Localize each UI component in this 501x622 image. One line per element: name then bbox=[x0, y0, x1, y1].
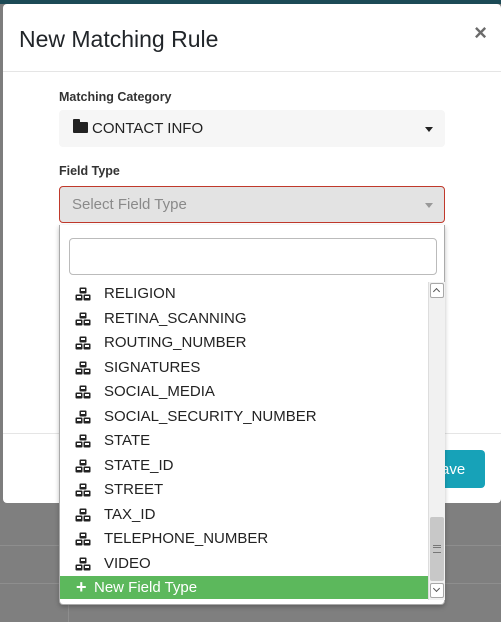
dropdown-option-label: STATE bbox=[104, 432, 151, 449]
caret-down-icon bbox=[425, 127, 433, 132]
dropdown-option-label: SIGNATURES bbox=[104, 358, 201, 376]
scrollbar-thumb[interactable] bbox=[430, 517, 444, 581]
dropdown-option-label: SOCIAL_MEDIA bbox=[104, 383, 215, 400]
modal-header: New Matching Rule × bbox=[3, 4, 501, 72]
dropdown-option[interactable]: TELEPHONE_NUMBER bbox=[60, 527, 428, 551]
scroll-down-icon[interactable] bbox=[430, 583, 444, 598]
dropdown-option-label: ROUTING_NUMBER bbox=[104, 334, 247, 351]
field-type-placeholder: Select Field Type bbox=[72, 196, 187, 213]
dropdown-option[interactable]: STATE bbox=[60, 429, 428, 453]
cubes-icon bbox=[75, 312, 91, 325]
dropdown-option[interactable]: STATE_ID bbox=[60, 454, 428, 478]
close-button[interactable]: × bbox=[474, 22, 487, 44]
dropdown-option-label: TAX_ID bbox=[104, 505, 156, 523]
dropdown-option-label: RETINA_SCANNING bbox=[104, 309, 247, 327]
dropdown-option-label: TELEPHONE_NUMBER bbox=[104, 530, 269, 547]
matching-category-value: CONTACT INFO bbox=[92, 120, 204, 137]
field-type-dropdown: RELIGION RETINA_SCANNING ROUTING_NUMBER … bbox=[59, 225, 445, 605]
dropdown-scrollbar[interactable] bbox=[428, 282, 445, 600]
caret-down-icon bbox=[425, 203, 433, 208]
cubes-icon bbox=[75, 336, 91, 350]
cubes-icon bbox=[75, 410, 91, 423]
cubes-icon bbox=[75, 483, 91, 497]
modal-title: New Matching Rule bbox=[19, 26, 219, 52]
dropdown-option[interactable]: RETINA_SCANNING bbox=[60, 307, 428, 331]
matching-category-label: Matching Category bbox=[59, 90, 172, 104]
matching-category-select[interactable]: CONTACT INFO bbox=[59, 110, 445, 147]
field-type-select[interactable]: Select Field Type bbox=[59, 186, 445, 223]
dropdown-option[interactable]: STREET bbox=[60, 478, 428, 502]
folder-icon bbox=[73, 119, 88, 133]
dropdown-option-label: STATE_ID bbox=[104, 456, 174, 474]
dropdown-option-label: VIDEO bbox=[104, 554, 151, 572]
dropdown-option[interactable]: VIDEO bbox=[60, 552, 428, 576]
dropdown-option-label: STREET bbox=[104, 481, 164, 498]
cubes-icon bbox=[75, 508, 91, 521]
dropdown-option[interactable]: RELIGION bbox=[60, 282, 428, 306]
cubes-icon bbox=[75, 361, 91, 374]
dropdown-option[interactable]: SOCIAL_MEDIA bbox=[60, 380, 428, 404]
cubes-icon bbox=[75, 557, 91, 570]
cubes-icon bbox=[75, 385, 91, 399]
dropdown-option[interactable]: TAX_ID bbox=[60, 503, 428, 527]
dropdown-option[interactable]: SIGNATURES bbox=[60, 356, 428, 380]
new-field-type-option[interactable]: + New Field Type bbox=[60, 576, 428, 599]
dropdown-option-label: SOCIAL_SECURITY_NUMBER bbox=[104, 407, 317, 425]
cubes-icon bbox=[75, 459, 91, 472]
cubes-icon bbox=[75, 434, 91, 448]
dropdown-option-label: RELIGION bbox=[104, 285, 176, 302]
plus-icon: + bbox=[76, 577, 87, 597]
field-type-search-input[interactable] bbox=[69, 238, 437, 275]
new-field-type-label: New Field Type bbox=[94, 579, 198, 596]
field-type-options-list: RELIGION RETINA_SCANNING ROUTING_NUMBER … bbox=[60, 282, 428, 599]
dropdown-option[interactable]: ROUTING_NUMBER bbox=[60, 331, 428, 355]
cubes-icon bbox=[75, 287, 91, 301]
cubes-icon bbox=[75, 532, 91, 546]
scroll-up-icon[interactable] bbox=[430, 283, 444, 298]
field-type-label: Field Type bbox=[59, 164, 120, 178]
dropdown-option[interactable]: SOCIAL_SECURITY_NUMBER bbox=[60, 405, 428, 429]
